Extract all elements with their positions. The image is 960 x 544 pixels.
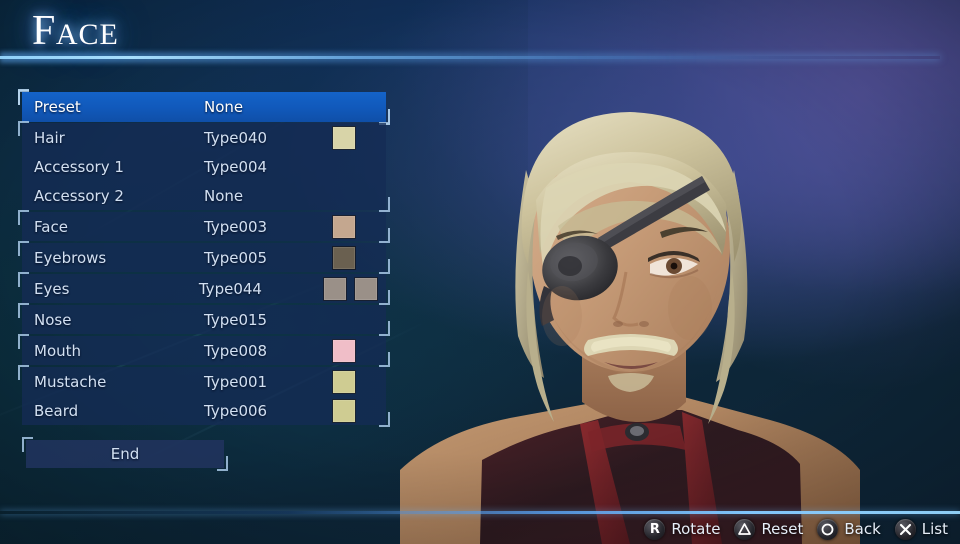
color-swatch[interactable] [332,338,356,363]
menu-row-nose[interactable]: Nose Type015 [22,305,386,334]
footer-hint[interactable]: List [894,518,948,540]
menu-row-label: Mustache [34,372,107,391]
footer-button-hints: R Rotate Reset Back List [644,516,948,542]
menu-row-swatches [332,398,386,423]
menu-row-value: None [204,186,244,205]
menu-row-value: Type005 [204,248,268,267]
menu-row-label: Hair [34,128,65,147]
menu-row-value: Type008 [204,341,268,360]
footer-hint-label: Reset [761,520,804,538]
menu-row-label: Mouth [34,341,82,360]
menu-row-value: Type040 [204,128,268,147]
menu-row-face[interactable]: Face Type003 [22,212,386,241]
menu-group: Preset None [18,89,390,125]
menu-row-swatches [323,276,386,301]
page-title: FACE [32,10,119,52]
menu-row-preset[interactable]: Preset None [18,89,390,125]
menu-row-eyes[interactable]: Eyes Type044 [22,274,386,303]
footer-hint-label: Rotate [671,520,721,538]
footer-hint[interactable]: Reset [734,518,804,540]
menu-row-label: Preset [34,98,81,116]
ps-circle-button-icon[interactable] [817,518,839,540]
menu-row-swatches [332,125,386,150]
menu-row-value: Type006 [204,401,268,420]
footer-hint[interactable]: R Rotate [644,518,721,540]
menu-row-accessory-2[interactable]: Accessory 2 None [22,181,386,210]
shoulder-button-letter: R [649,521,660,537]
color-swatch[interactable] [332,214,356,239]
footer-hint-label: List [921,520,948,538]
ps-triangle-button-icon[interactable] [734,518,756,540]
end-button-label: End [110,445,140,463]
menu-row-swatches [332,245,386,270]
menu-row-label: Beard [34,401,79,420]
menu-row-mouth[interactable]: Mouth Type008 [22,336,386,365]
menu-row-value: Type003 [204,217,268,236]
menu-group: Face Type003 [18,210,390,243]
menu-group: Nose Type015 [18,303,390,336]
menu-row-swatches [332,214,386,239]
color-swatch[interactable] [354,276,378,301]
menu-row-eyebrows[interactable]: Eyebrows Type005 [22,243,386,272]
footer-hint[interactable]: Back [817,518,881,540]
menu-row-label: Face [34,217,68,236]
menu-row-swatches [332,338,386,363]
menu-row-label: Accessory 2 [34,186,124,205]
menu-row-value: Type044 [198,279,262,298]
page-title-initial: F [32,8,56,54]
menu-row-value: Type015 [204,310,268,329]
menu-row-accessory-1[interactable]: Accessory 1 Type004 [22,152,386,181]
color-swatch[interactable] [332,398,356,423]
menu-row-beard[interactable]: Beard Type006 [22,396,386,425]
ps-cross-button-icon[interactable] [894,518,916,540]
page-title-bar: FACE [0,8,960,63]
menu-row-label: Accessory 1 [34,157,124,176]
menu-group: Eyebrows Type005 [18,241,390,274]
ps-r-button-icon[interactable]: R [644,518,666,540]
menu-row-label: Eyebrows [34,248,107,267]
menu-group: Mustache Type001 Beard Type006 [18,365,390,427]
end-button[interactable]: End [22,437,228,471]
page-title-rest: ACE [55,18,119,51]
footer-divider-line [0,511,960,514]
menu-group: Eyes Type044 [18,272,390,305]
game-screen: FACE Preset None Hair Type040 Accessory 1 Typ… [0,0,960,544]
menu-row-swatches [332,369,386,394]
menu-row-label: Eyes [34,279,70,298]
footer-hint-label: Back [844,520,881,538]
face-options-menu: Preset None Hair Type040 Accessory 1 Type004 A… [18,89,390,427]
color-swatch[interactable] [332,125,356,150]
menu-row-mustache[interactable]: Mustache Type001 [22,367,386,396]
color-swatch[interactable] [323,276,347,301]
color-swatch[interactable] [332,369,356,394]
menu-row-value: Type004 [204,157,268,176]
menu-row-value: None [204,98,244,116]
menu-group: Hair Type040 Accessory 1 Type004 Accessory 2… [18,121,390,212]
menu-row-value: Type001 [204,372,268,391]
menu-group: Mouth Type008 [18,334,390,367]
color-swatch[interactable] [332,245,356,270]
title-rule [0,56,940,59]
menu-row-label: Nose [34,310,72,329]
menu-row-hair[interactable]: Hair Type040 [22,123,386,152]
